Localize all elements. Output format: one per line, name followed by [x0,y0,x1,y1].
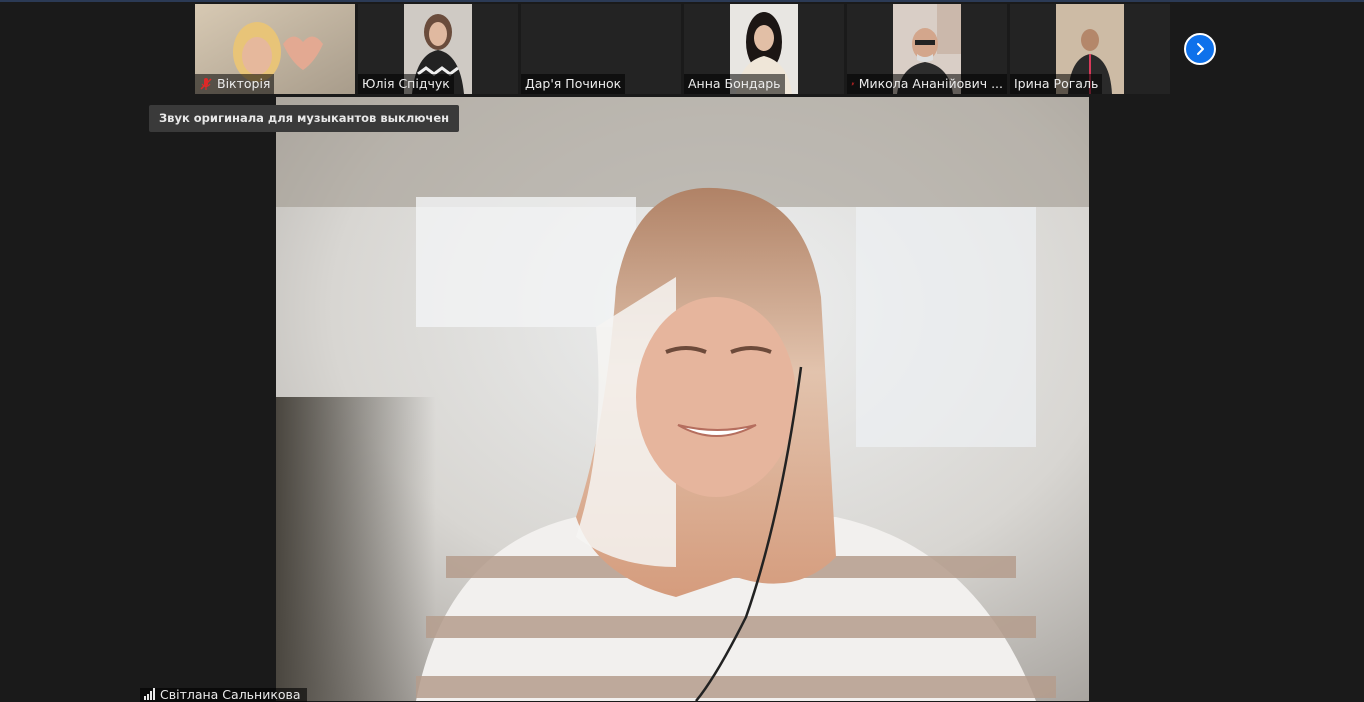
speaker-video-frame [276,97,1089,701]
participant-name: Микола Ананійович ... [858,76,1003,91]
active-speaker-video[interactable] [276,97,1089,701]
participant-name-tag: Анна Бондарь [684,74,785,94]
participant-tile[interactable]: Анна Бондарь [684,4,844,94]
signal-strength-icon [144,688,155,700]
participant-name-tag: Ірина Рогаль [1010,74,1103,94]
participant-tile[interactable]: Вікторія [195,4,355,94]
active-speaker-name: Світлана Сальникова [160,687,301,702]
participant-name-tag: Дар'я Починок [521,74,626,94]
participant-tile[interactable]: Юлія Спідчук [358,4,518,94]
participant-name: Ірина Рогаль [1014,76,1099,91]
participant-name: Юлія Спідчук [362,76,450,91]
participant-name-tag: Вікторія [195,74,275,94]
participant-tile[interactable]: Микола Ананійович ... [847,4,1007,94]
chevron-right-icon [1197,43,1204,55]
active-speaker-name-tag: Світлана Сальникова [140,688,307,702]
next-page-button[interactable] [1184,33,1216,65]
original-sound-tooltip: Звук оригинала для музыкантов выключен [149,105,460,132]
participant-filmstrip: Вікторія Юлія Спідчук Дар'я Починок Анна… [195,4,1175,94]
participant-tile[interactable]: Ірина Рогаль [1010,4,1170,94]
participant-name: Вікторія [217,76,271,91]
window-top-border [0,0,1364,2]
participant-name: Анна Бондарь [688,76,781,91]
participant-name-tag: Юлія Спідчук [358,74,454,94]
mic-muted-icon [851,82,855,86]
participant-name: Дар'я Починок [525,76,622,91]
participant-name-tag: Микола Ананійович ... [847,74,1007,94]
mic-muted-icon [200,78,212,90]
participant-tile[interactable]: Дар'я Починок [521,4,681,94]
